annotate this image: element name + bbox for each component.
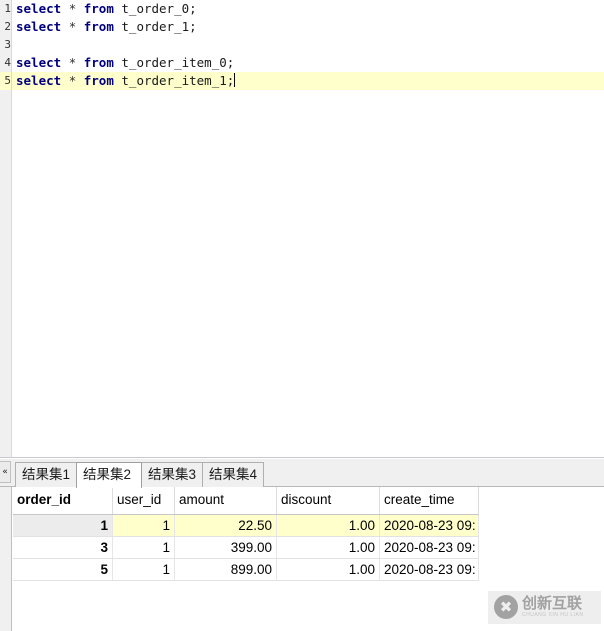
text-cursor xyxy=(234,73,235,87)
code-line[interactable]: 4 select * from t_order_item_0; xyxy=(0,54,604,72)
code-token-id: t_order_1; xyxy=(121,19,196,34)
code-token-kw: select xyxy=(16,73,61,88)
code-token-punc xyxy=(76,73,84,88)
table-cell[interactable]: 1 xyxy=(13,515,113,536)
result-tab[interactable]: 结果集1 xyxy=(15,462,77,487)
code-text[interactable]: select * from t_order_1; xyxy=(16,18,197,36)
collapse-panel-icon[interactable]: « xyxy=(0,461,11,483)
table-cell[interactable]: 1.00 xyxy=(277,559,380,580)
line-number: 1 xyxy=(0,0,11,18)
grid-header-row: order_iduser_idamountdiscountcreate_time xyxy=(13,487,479,515)
table-row[interactable]: 51899.001.002020-08-23 09: xyxy=(13,559,479,581)
code-token-punc xyxy=(61,1,69,16)
table-cell[interactable]: 2020-08-23 09: xyxy=(380,559,479,580)
table-row[interactable]: 31399.001.002020-08-23 09: xyxy=(13,537,479,559)
table-cell[interactable]: 2020-08-23 09: xyxy=(380,537,479,558)
watermark: ✖ 创新互联 CHUANG XIN HU LIAN xyxy=(488,591,601,624)
editor-code-area[interactable]: 1 select * from t_order_0; 2 select * from … xyxy=(0,0,604,90)
column-header[interactable]: amount xyxy=(175,487,277,514)
watermark-subtext: CHUANG XIN HU LIAN xyxy=(522,612,584,619)
line-number: 2 xyxy=(0,18,11,36)
code-token-kw: from xyxy=(84,73,114,88)
watermark-text: 创新互联 xyxy=(522,596,584,612)
grid-row-header-strip xyxy=(0,487,12,631)
code-line[interactable]: 5 select * from t_order_item_1; xyxy=(0,72,604,90)
code-line[interactable]: 2 select * from t_order_1; xyxy=(0,18,604,36)
code-text[interactable]: select * from t_order_item_0; xyxy=(16,54,234,72)
code-token-kw: select xyxy=(16,19,61,34)
code-token-punc xyxy=(61,73,69,88)
table-cell[interactable]: 1 xyxy=(113,515,175,536)
table-cell[interactable]: 5 xyxy=(13,559,113,580)
table-cell[interactable]: 399.00 xyxy=(175,537,277,558)
code-line[interactable]: 3 xyxy=(0,36,604,54)
code-token-kw: select xyxy=(16,55,61,70)
table-cell[interactable]: 1 xyxy=(113,537,175,558)
code-token-id: t_order_item_0; xyxy=(121,55,234,70)
code-text[interactable]: select * from t_order_0; xyxy=(16,0,197,18)
column-header[interactable]: user_id xyxy=(113,487,175,514)
result-grid[interactable]: order_iduser_idamountdiscountcreate_time… xyxy=(13,487,479,581)
code-token-punc xyxy=(76,19,84,34)
line-number: 5 xyxy=(0,72,11,90)
code-token-id: t_order_item_1; xyxy=(121,73,234,88)
code-token-id: t_order_0; xyxy=(121,1,196,16)
table-cell[interactable]: 1.00 xyxy=(277,515,380,536)
table-cell[interactable]: 3 xyxy=(13,537,113,558)
code-token-punc xyxy=(61,19,69,34)
code-token-kw: from xyxy=(84,55,114,70)
table-row[interactable]: 1122.501.002020-08-23 09: xyxy=(13,515,479,537)
column-header[interactable]: create_time xyxy=(380,487,479,514)
sql-editor-panel[interactable]: 1 select * from t_order_0; 2 select * from … xyxy=(0,0,604,458)
column-header[interactable]: discount xyxy=(277,487,380,514)
line-number: 4 xyxy=(0,54,11,72)
result-tab[interactable]: 结果集3 xyxy=(141,462,203,487)
result-tab-strip: « 结果集1结果集2结果集3结果集4 xyxy=(0,459,604,487)
code-token-punc xyxy=(76,55,84,70)
table-cell[interactable]: 1 xyxy=(113,559,175,580)
code-token-punc xyxy=(61,55,69,70)
results-panel: « 结果集1结果集2结果集3结果集4 order_iduser_idamount… xyxy=(0,459,604,631)
result-tab[interactable]: 结果集4 xyxy=(202,462,264,487)
table-cell[interactable]: 22.50 xyxy=(175,515,277,536)
code-token-kw: select xyxy=(16,1,61,16)
result-tab[interactable]: 结果集2 xyxy=(76,462,142,488)
table-cell[interactable]: 2020-08-23 09: xyxy=(380,515,479,536)
table-cell[interactable]: 899.00 xyxy=(175,559,277,580)
code-token-kw: from xyxy=(84,1,114,16)
code-text[interactable]: select * from t_order_item_1; xyxy=(16,72,235,90)
watermark-logo-icon: ✖ xyxy=(494,595,518,619)
code-token-kw: from xyxy=(84,19,114,34)
table-cell[interactable]: 1.00 xyxy=(277,537,380,558)
code-token-punc xyxy=(76,1,84,16)
code-line[interactable]: 1 select * from t_order_0; xyxy=(0,0,604,18)
line-number: 3 xyxy=(0,36,11,54)
column-header[interactable]: order_id xyxy=(13,487,113,514)
